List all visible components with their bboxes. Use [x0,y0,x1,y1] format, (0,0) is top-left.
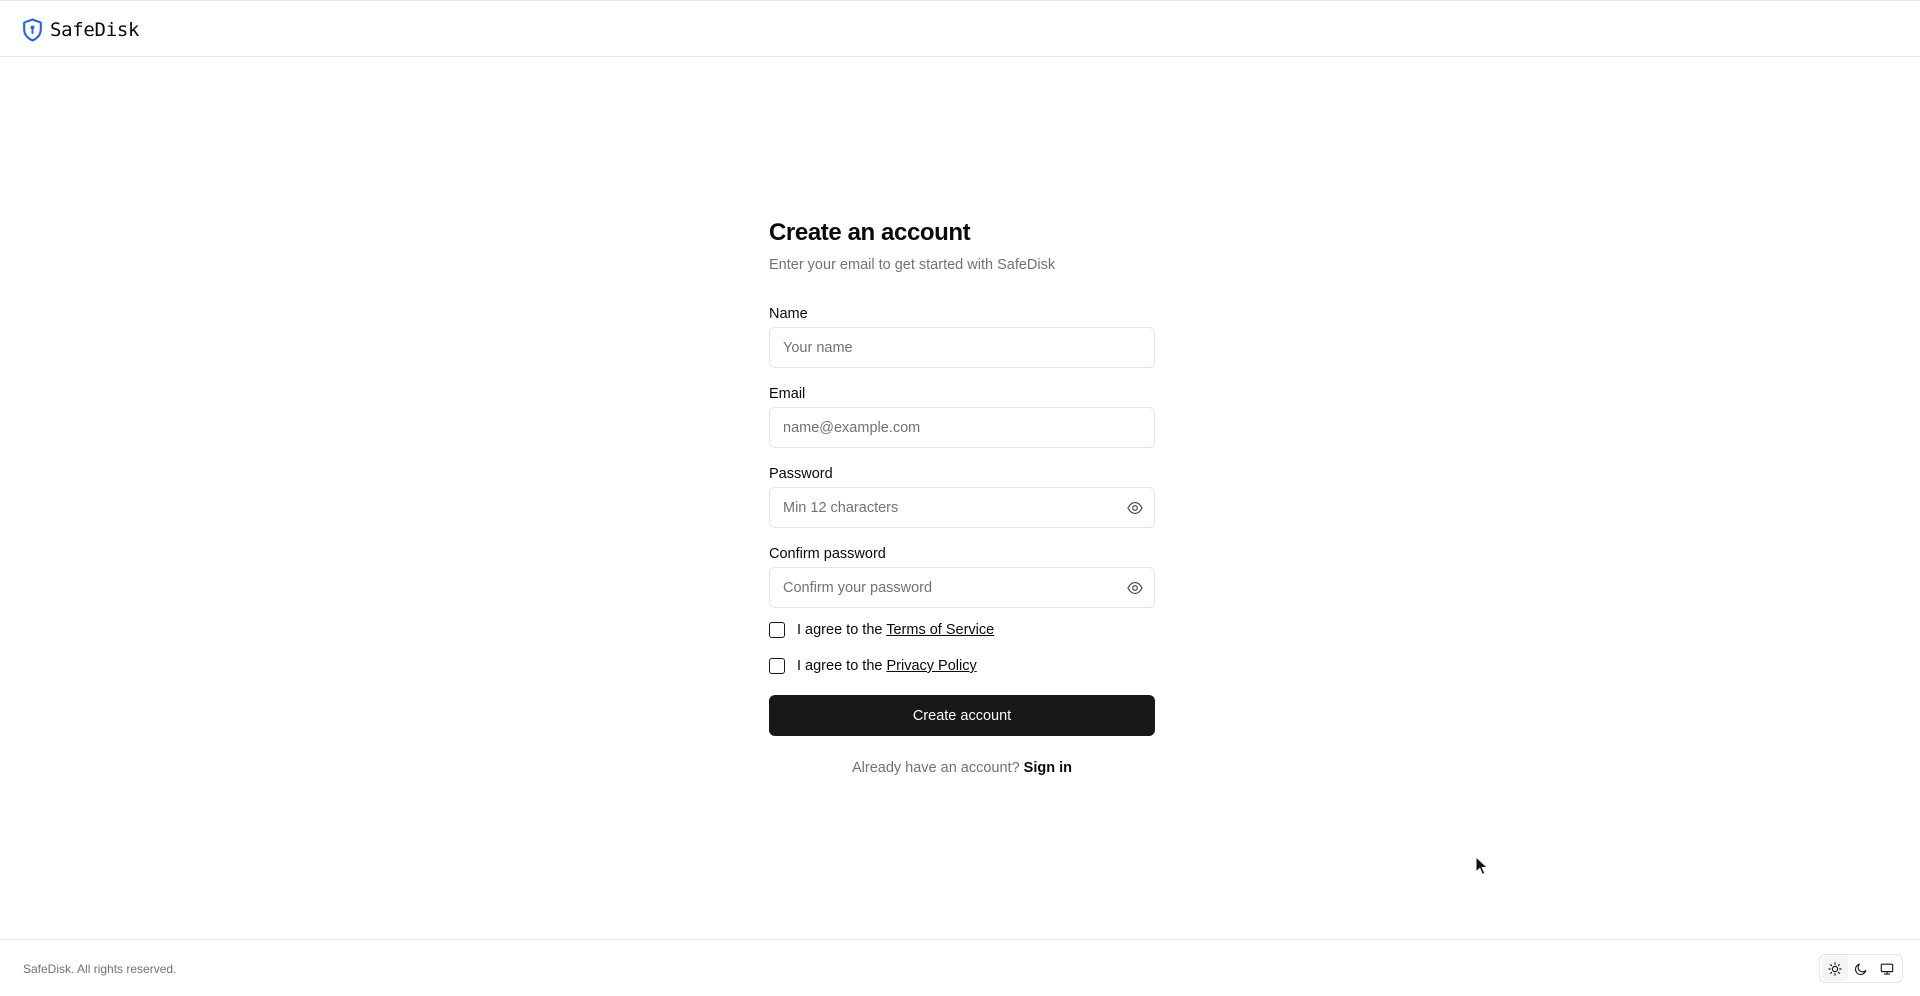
name-field-group: Name [769,304,1155,368]
confirm-password-input[interactable] [770,568,1154,607]
password-input[interactable] [770,488,1154,527]
terms-prefix: I agree to the [797,622,883,638]
password-label: Password [769,466,833,482]
create-account-button[interactable]: Create account [769,695,1155,736]
privacy-checkbox[interactable] [769,658,785,674]
page-subtitle: Enter your email to get started with Saf… [769,257,1056,273]
name-label: Name [769,306,808,322]
password-field-group: Password [769,464,1155,528]
brand-name: SafeDisk [50,19,140,41]
mouse-cursor-icon [1475,856,1489,876]
top-bar: SafeDisk [0,0,1920,57]
name-input[interactable] [770,328,1154,367]
moon-icon [1854,963,1867,975]
eye-icon[interactable] [1127,501,1143,515]
privacy-agreement: I agree to the Privacy Policy [769,658,977,674]
confirm-password-label: Confirm password [769,546,886,562]
theme-system-button[interactable] [1874,956,1900,981]
shield-icon [23,18,42,42]
sun-icon [1828,961,1842,976]
monitor-icon [1880,963,1894,975]
email-input[interactable] [770,408,1154,447]
theme-light-button[interactable] [1822,956,1848,981]
signup-form: Create an account Enter your email to ge… [769,218,1155,776]
privacy-prefix: I agree to the [797,658,883,674]
name-input-box [769,327,1155,368]
terms-checkbox[interactable] [769,622,785,638]
sign-in-link[interactable]: Sign in [1024,760,1072,776]
password-input-box [769,487,1155,528]
copyright-text: SafeDisk. All rights reserved. [23,962,177,976]
eye-icon[interactable] [1127,581,1143,595]
confirm-password-field-group: Confirm password [769,544,1155,608]
privacy-policy-link[interactable]: Privacy Policy [886,658,976,674]
theme-dark-button[interactable] [1848,956,1874,981]
brand-logo[interactable]: SafeDisk [22,18,139,42]
email-field-group: Email [769,384,1155,448]
signin-prompt: Already have an account? Sign in [769,760,1155,776]
privacy-text: I agree to the Privacy Policy [797,658,977,674]
page-title: Create an account [769,219,971,246]
signin-prompt-text: Already have an account? [851,760,1020,776]
terms-of-service-link[interactable]: Terms of Service [886,622,994,638]
footer: SafeDisk. All rights reserved. [0,939,1920,996]
theme-switcher [1819,954,1903,983]
email-label: Email [769,386,806,402]
terms-agreement: I agree to the Terms of Service [769,622,994,638]
terms-text: I agree to the Terms of Service [797,622,994,638]
email-input-box [769,407,1155,448]
confirm-password-input-box [769,567,1155,608]
